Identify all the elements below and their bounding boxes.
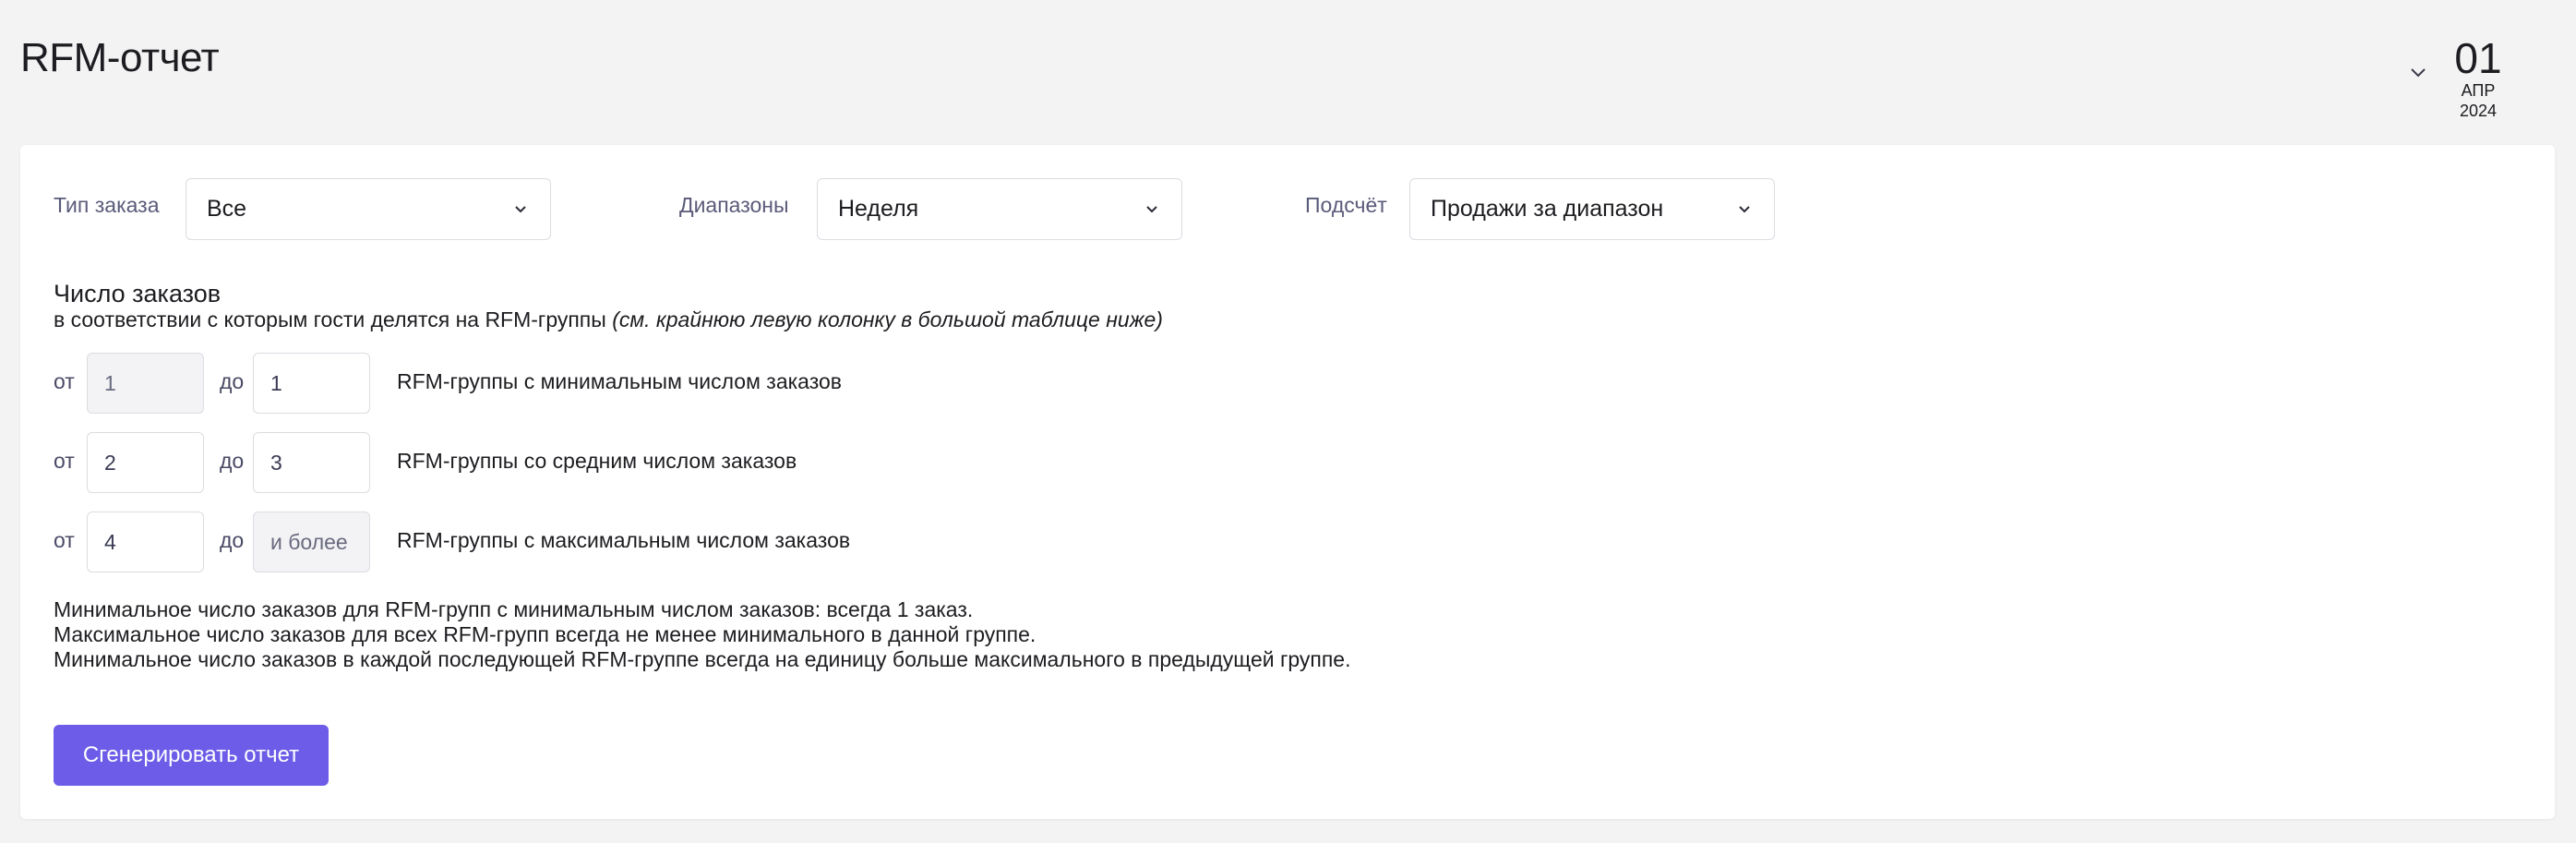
chevron-down-icon — [1146, 206, 1157, 213]
date-day: 01 — [2454, 34, 2502, 82]
report-settings-card: Тип заказа Все Диапазоны Неделя Подсчёт … — [20, 145, 2555, 819]
mid-to-input[interactable] — [253, 432, 370, 493]
counting-select[interactable]: Продажи за диапазон — [1409, 178, 1775, 240]
from-label: от — [54, 449, 75, 473]
range-row-mid: от до RFM-группы со средним числом заказ… — [54, 432, 1161, 493]
order-type-label: Тип заказа — [54, 193, 160, 217]
counting-value: Продажи за диапазон — [1431, 196, 1664, 222]
rule-note: Минимальное число заказов для RFM-групп … — [54, 597, 974, 621]
orders-section-title: Число заказов — [54, 280, 222, 307]
chevron-down-icon — [1739, 206, 1750, 213]
ranges-select[interactable]: Неделя — [817, 178, 1182, 240]
page-title: RFM-отчет — [20, 35, 220, 80]
ranges-label: Диапазоны — [679, 193, 789, 217]
range-row-min: от до RFM-группы с минимальным числом за… — [54, 353, 1161, 414]
date-month: АПР — [2461, 81, 2496, 100]
to-label: до — [220, 449, 245, 473]
mid-from-input[interactable] — [87, 432, 204, 493]
date-year: 2024 — [2459, 102, 2498, 120]
mid-group-description: RFM-группы со средним числом заказов — [397, 449, 797, 473]
generate-report-button[interactable]: Сгенерировать отчет — [54, 725, 329, 786]
min-group-description: RFM-группы с минимальным числом заказов — [397, 369, 843, 393]
rules-notes: Минимальное число заказов для RFM-групп … — [54, 597, 1350, 672]
rule-note: Максимальное число заказов для всех RFM-… — [54, 622, 1036, 646]
from-label: от — [54, 528, 75, 552]
min-from-input — [87, 353, 204, 414]
max-to-input — [253, 512, 370, 572]
from-label: от — [54, 369, 75, 393]
to-label: до — [220, 528, 245, 552]
max-group-description: RFM-группы с максимальным числом заказов — [397, 528, 851, 552]
orders-section-subtitle: в соответствии с которым гости делятся н… — [54, 307, 1163, 332]
date-picker[interactable]: 01 АПР 2024 — [2407, 33, 2509, 126]
chevron-down-icon — [2411, 68, 2426, 78]
ranges-value: Неделя — [838, 196, 919, 222]
orders-subtitle-note: (см. крайнюю левую колонку в большой таб… — [612, 307, 1163, 331]
order-type-value: Все — [207, 196, 247, 222]
rule-note: Минимальное число заказов в каждой после… — [54, 647, 1351, 671]
max-from-input[interactable] — [87, 512, 204, 572]
orders-subtitle-text: в соответствии с которым гости делятся н… — [54, 307, 606, 331]
page-header: RFM-отчет 01 АПР 2024 — [0, 0, 2576, 138]
min-to-input[interactable] — [253, 353, 370, 414]
order-type-select[interactable]: Все — [186, 178, 551, 240]
counting-label: Подсчёт — [1305, 193, 1387, 217]
chevron-down-icon — [515, 206, 526, 213]
range-row-max: от до RFM-группы с максимальным числом з… — [54, 512, 1161, 572]
to-label: до — [220, 369, 245, 393]
